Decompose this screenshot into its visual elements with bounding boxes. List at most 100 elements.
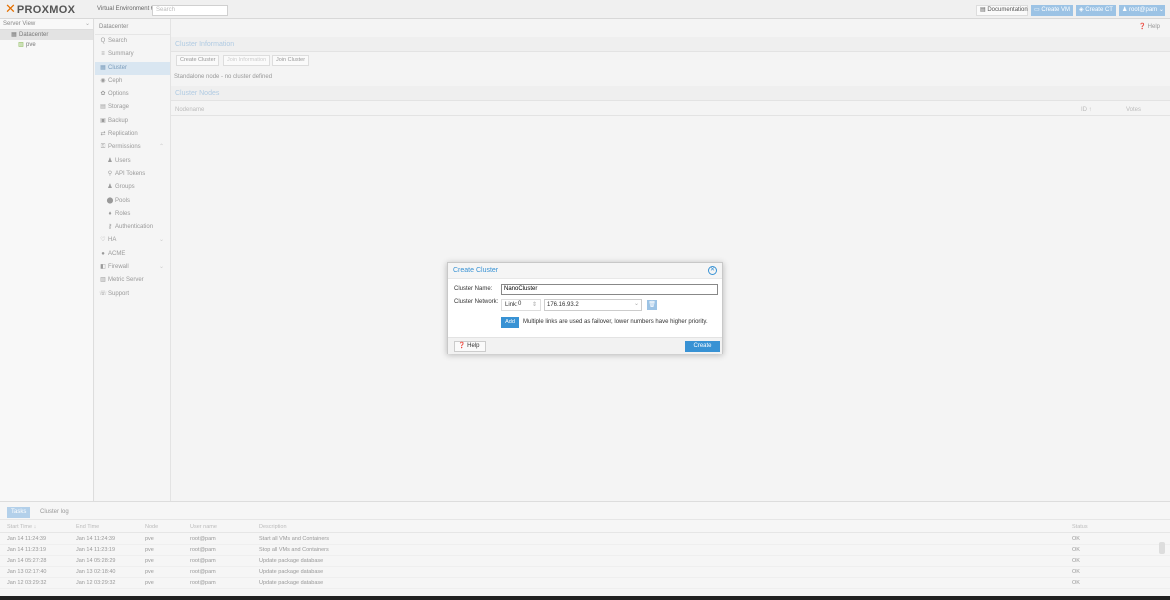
logo-text: PROXMOX xyxy=(16,3,76,16)
cluster-nodes-grid-header: Nodename ID ↑ Votes xyxy=(171,104,1170,116)
server-icon: ▥ xyxy=(18,42,24,48)
ceph-icon: ◉ xyxy=(100,77,106,84)
help-link[interactable]: ❓ Help xyxy=(1139,23,1160,30)
key-icon: ⚷ xyxy=(107,224,113,231)
menu-item-search[interactable]: Q Search xyxy=(95,35,170,48)
user-icon: ♟ xyxy=(107,157,113,164)
cluster-name-label: Cluster Name: xyxy=(454,286,493,292)
link-number-spinner[interactable]: 0 ⇕ xyxy=(518,301,541,309)
users-icon: ♟ xyxy=(107,184,113,191)
menu-item-summary[interactable]: ≡ Summary xyxy=(95,48,170,61)
cluster-information-header: Cluster Information xyxy=(171,37,1170,52)
log-row[interactable]: Jan 14 11:24:39 Jan 14 11:24:39 pve root… xyxy=(0,534,1170,545)
log-row[interactable]: Jan 14 05:27:28 Jan 14 05:28:29 pve root… xyxy=(0,556,1170,567)
log-panel: Tasks Cluster log Start Time ↓ End Time … xyxy=(0,501,1170,600)
menu-item-backup[interactable]: ▣ Backup xyxy=(95,115,170,128)
menu-item-firewall[interactable]: ◧ Firewall ⌄ xyxy=(95,261,170,274)
taskbar-strip xyxy=(0,596,1170,600)
male-icon: ♦ xyxy=(108,210,112,217)
dialog-header: Create Cluster ✕ xyxy=(448,263,722,279)
question-icon: ❓ xyxy=(1138,24,1148,30)
summary-icon: ≡ xyxy=(101,51,105,58)
add-link-button[interactable]: Add xyxy=(501,317,519,328)
create-ct-button[interactable]: ◈ Create CT xyxy=(1076,5,1116,16)
support-icon: ☏ xyxy=(99,290,107,297)
user-icon: ♟ xyxy=(1122,7,1130,13)
certificate-icon: ● xyxy=(101,250,105,257)
view-selector[interactable]: Server View ⌄ xyxy=(0,19,93,30)
dialog-title: Create Cluster xyxy=(453,267,499,274)
menu-item-users[interactable]: ♟ Users xyxy=(95,155,170,168)
search-input[interactable]: Search xyxy=(152,5,228,16)
cluster-name-input[interactable]: NanoCluster xyxy=(501,284,718,295)
user-menu-button[interactable]: ♟ root@pam ⌄ xyxy=(1119,5,1165,16)
chevron-down-icon: ⌄ xyxy=(158,237,164,244)
column-nodename[interactable]: Nodename xyxy=(175,104,204,116)
menu-item-acme[interactable]: ● ACME xyxy=(95,248,170,261)
floppy-icon: ▣ xyxy=(100,117,106,124)
menu-item-permissions[interactable]: ⚿ Permissions ⌃ xyxy=(95,141,170,154)
column-description[interactable]: Description xyxy=(259,524,287,530)
dialog-help-button[interactable]: ❓ Help xyxy=(454,341,486,352)
top-bar: ✕ PROXMOX Virtual Environment 6.3-2 Sear… xyxy=(0,0,1170,19)
tag-icon: ⬤ xyxy=(106,197,114,204)
create-button[interactable]: Create xyxy=(685,341,720,352)
chevron-down-icon[interactable]: ⌄ xyxy=(634,300,639,307)
tab-tasks[interactable]: Tasks xyxy=(7,507,31,518)
join-cluster-button[interactable]: Join Cluster xyxy=(272,55,310,66)
spinner-arrows-icon[interactable]: ⇕ xyxy=(532,301,537,308)
bar-chart-icon: ▥ xyxy=(100,277,106,284)
menu-item-api-tokens[interactable]: ⚲ API Tokens xyxy=(95,168,170,181)
tree-item-datacenter[interactable]: ▦ Datacenter xyxy=(0,30,93,40)
create-vm-button[interactable]: ▭ Create VM xyxy=(1031,5,1073,16)
log-table-header: Start Time ↓ End Time Node User name Des… xyxy=(0,522,1170,533)
tab-cluster-log[interactable]: Cluster log xyxy=(36,507,73,518)
log-row[interactable]: Jan 13 02:17:40 Jan 13 02:18:40 pve root… xyxy=(0,567,1170,578)
menu-item-support[interactable]: ☏Support xyxy=(95,288,170,301)
close-icon[interactable]: ✕ xyxy=(708,266,717,275)
proxmox-x-icon: ✕ xyxy=(5,2,16,17)
column-status[interactable]: Status xyxy=(1072,524,1088,530)
column-start-time[interactable]: Start Time ↓ xyxy=(7,524,36,530)
breadcrumb: Datacenter xyxy=(95,19,170,35)
column-id[interactable]: ID ↑ xyxy=(1081,104,1092,116)
heartbeat-icon: ♡ xyxy=(100,237,106,244)
delete-link-button[interactable]: 🗑 xyxy=(647,300,657,310)
menu-item-pools[interactable]: ⬤ Pools xyxy=(95,195,170,208)
key-icon: ⚿ xyxy=(100,144,106,151)
column-votes[interactable]: Votes xyxy=(1126,104,1141,116)
log-row[interactable]: Jan 12 03:29:32 Jan 12 03:29:32 pve root… xyxy=(0,578,1170,589)
column-user-name[interactable]: User name xyxy=(190,524,217,530)
column-node[interactable]: Node xyxy=(145,524,158,530)
menu-item-replication[interactable]: ⇄ Replication xyxy=(95,128,170,141)
menu-item-roles[interactable]: ♦ Roles xyxy=(95,208,170,221)
search-icon: Q xyxy=(100,38,106,44)
storage-icon: ▤ xyxy=(100,104,106,111)
create-cluster-dialog: Create Cluster ✕ Cluster Name: NanoClust… xyxy=(447,262,723,354)
datacenter-menu: Datacenter Q Search ≡ Summary ▦ Cluster ◉ Ce… xyxy=(95,19,171,501)
tree-item-pve[interactable]: ▥ pve xyxy=(0,40,93,50)
column-end-time[interactable]: End Time xyxy=(76,524,99,530)
link-priority-hint: Multiple links are used as failover, low… xyxy=(523,319,708,325)
link-label: Link: xyxy=(505,302,518,308)
menu-item-authentication[interactable]: ⚷ Authentication xyxy=(95,221,170,234)
join-information-button[interactable]: Join Information xyxy=(223,55,271,66)
log-scrollbar[interactable] xyxy=(1159,542,1165,554)
menu-item-ceph[interactable]: ◉ Ceph xyxy=(95,75,170,88)
proxmox-logo: ✕ PROXMOX xyxy=(5,3,75,16)
log-row[interactable]: Jan 14 11:23:19 Jan 14 11:23:19 pve root… xyxy=(0,545,1170,556)
link-address-select[interactable]: 176.16.93.2 xyxy=(544,299,642,311)
documentation-button[interactable]: ▤ Documentation xyxy=(976,5,1028,16)
question-icon: ❓ xyxy=(458,343,468,349)
menu-item-metric-server[interactable]: ▥ Metric Server xyxy=(95,274,170,287)
menu-item-storage[interactable]: ▤ Storage xyxy=(95,101,170,114)
menu-item-groups[interactable]: ♟ Groups xyxy=(95,181,170,194)
menu-item-ha[interactable]: ♡ HA ⌄ xyxy=(95,234,170,247)
create-cluster-button[interactable]: Create Cluster xyxy=(176,55,220,66)
chevron-down-icon: ⌄ xyxy=(84,21,90,27)
replication-icon: ⇄ xyxy=(100,131,106,138)
gear-icon: ✿ xyxy=(100,91,106,98)
menu-item-cluster[interactable]: ▦ Cluster xyxy=(95,61,170,75)
cluster-nodes-header: Cluster Nodes xyxy=(171,86,1170,101)
menu-item-options[interactable]: ✿ Options xyxy=(95,88,170,101)
